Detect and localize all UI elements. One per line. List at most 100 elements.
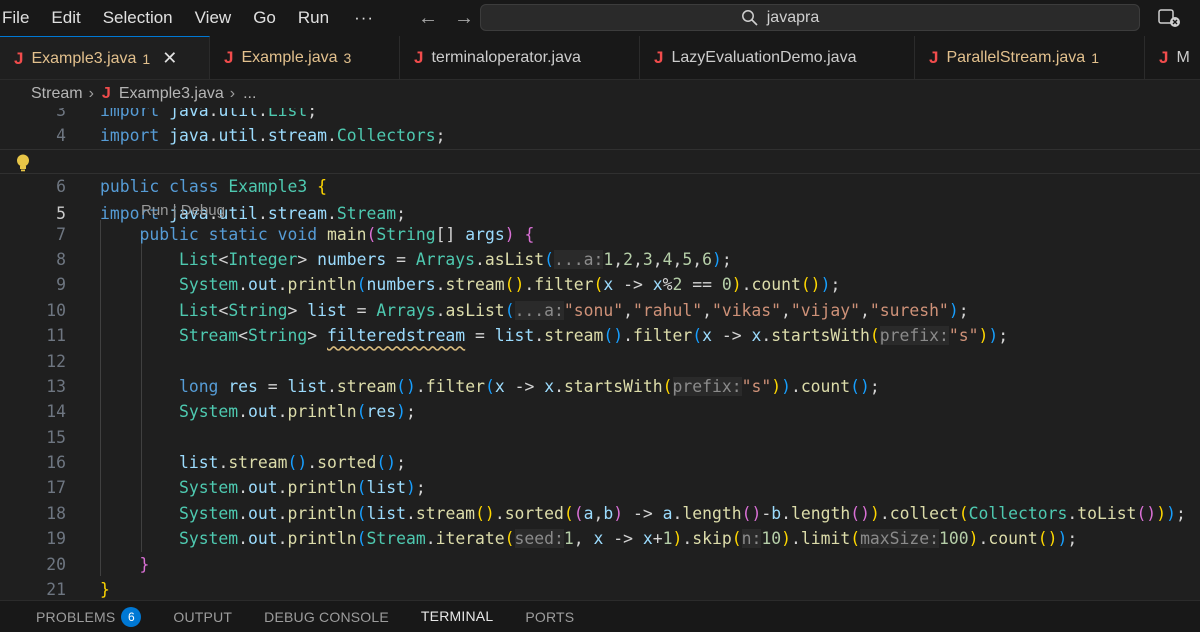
code-line[interactable]: 9 System.out.println(numbers.stream().fi…: [0, 272, 1200, 297]
tab-label: Example3.java: [31, 49, 137, 67]
chevron-right-icon: ›: [88, 85, 94, 102]
tab-terminal[interactable]: TERMINAL: [420, 601, 494, 632]
line-number: 11: [46, 326, 66, 346]
line-number: 12: [46, 351, 66, 371]
code-text: List<Integer> numbers = Arrays.asList(..…: [178, 249, 732, 269]
tab-label: PORTS: [525, 608, 575, 625]
close-icon[interactable]: ✕: [162, 48, 177, 69]
line-number: 8: [56, 249, 66, 269]
chevron-right-icon: ›: [229, 85, 236, 102]
menu-selection[interactable]: Selection: [92, 0, 184, 36]
java-file-icon: J: [1159, 48, 1169, 67]
code-text: }: [139, 554, 150, 574]
tab-label: OUTPUT: [173, 608, 233, 625]
code-text: Stream<String> filteredstream = list.str…: [178, 326, 1009, 346]
code-line[interactable]: 16 list.stream().sorted();: [0, 450, 1200, 475]
code-line[interactable]: 10 List<String> list = Arrays.asList(...…: [0, 298, 1200, 323]
tab-label: M: [1176, 49, 1190, 66]
breadcrumb: Stream › J Example3.java › ...: [0, 80, 1200, 108]
code-line-current[interactable]: 5 import java.util.stream.Stream;: [0, 148, 1200, 223]
code-text: list.stream().sorted();: [178, 453, 406, 473]
code-text: System.out.println(list.stream().sorted(…: [178, 503, 1186, 523]
tab-label: TERMINAL: [420, 608, 494, 624]
breadcrumb-more[interactable]: ...: [243, 85, 256, 103]
line-number: 3: [56, 108, 66, 120]
line-number: 7: [56, 224, 66, 244]
tab-label: PROBLEMS: [36, 608, 116, 625]
tab-label: DEBUG CONSOLE: [264, 608, 389, 625]
tab-overflow[interactable]: J M: [1145, 36, 1200, 79]
menu-more-button[interactable]: ···: [340, 8, 388, 28]
line-number: 21: [46, 580, 66, 600]
code-text: import java.util.stream.Collectors;: [100, 126, 446, 146]
line-number: 19: [46, 529, 66, 549]
code-line[interactable]: 3 import java.util.List;: [0, 108, 1200, 123]
code-line[interactable]: 6 public class Example3 {: [0, 174, 1200, 199]
line-number: 18: [46, 503, 66, 523]
line-number: 10: [46, 300, 66, 320]
command-center-search[interactable]: javapra: [480, 4, 1140, 31]
menu-go[interactable]: Go: [242, 0, 287, 36]
tab-lazyevaluationdemo[interactable]: J LazyEvaluationDemo.java: [640, 36, 915, 79]
tab-problem-count: 3: [343, 50, 352, 66]
menu-file[interactable]: File: [0, 0, 40, 36]
copilot-icon[interactable]: [1140, 0, 1200, 36]
line-number: 6: [56, 177, 66, 197]
tab-problem-count: 1: [142, 50, 151, 67]
tab-example[interactable]: J Example.java 3: [210, 36, 400, 79]
code-text: import java.util.List;: [100, 108, 318, 120]
tab-terminaloperator[interactable]: J terminaloperator.java: [400, 36, 640, 79]
code-editor[interactable]: 3 import java.util.List; 4 import java.uti…: [0, 108, 1200, 600]
code-area[interactable]: 3 import java.util.List; 4 import java.uti…: [0, 108, 1200, 600]
line-number: 9: [56, 275, 66, 295]
line-number: 15: [46, 427, 66, 447]
breadcrumb-file[interactable]: Example3.java: [119, 85, 224, 103]
tab-debug-console[interactable]: DEBUG CONSOLE: [264, 601, 389, 632]
menu-edit[interactable]: Edit: [40, 0, 91, 36]
java-file-icon: J: [14, 48, 24, 68]
code-text: public static void main(String[] args) {: [139, 224, 535, 244]
code-text: System.out.println(res);: [178, 402, 416, 422]
code-line[interactable]: 17 System.out.println(list);: [0, 475, 1200, 500]
tab-parallelstream[interactable]: J ParallelStream.java 1: [915, 36, 1145, 79]
code-line[interactable]: 18 System.out.println(list.stream().sort…: [0, 501, 1200, 526]
editor-tabs: J Example3.java 1 ✕ J Example.java 3 J t…: [0, 36, 1200, 80]
code-text: List<String> list = Arrays.asList(...a:"…: [178, 300, 969, 320]
tab-output[interactable]: OUTPUT: [173, 601, 232, 632]
java-file-icon: J: [654, 48, 664, 67]
menu-view[interactable]: View: [184, 0, 243, 36]
code-line[interactable]: 21}: [0, 577, 1200, 600]
menu-bar: File Edit Selection View Go Run ···: [0, 0, 388, 36]
tab-problems[interactable]: PROBLEMS 6: [36, 601, 142, 632]
code-line[interactable]: 14 System.out.println(res);: [0, 399, 1200, 424]
lightbulb-icon[interactable]: [14, 153, 32, 173]
line-number: 17: [46, 478, 66, 498]
code-line[interactable]: 11 Stream<String> filteredstream = list.…: [0, 323, 1200, 348]
panel-tabs: PROBLEMS 6 OUTPUT DEBUG CONSOLE TERMINAL…: [0, 600, 1200, 632]
line-number: 4: [56, 126, 66, 146]
tab-label: Example.java: [241, 49, 338, 66]
code-line[interactable]: 8 List<Integer> numbers = Arrays.asList(…: [0, 247, 1200, 272]
tab-problem-count: 1: [1091, 50, 1099, 66]
tab-example3[interactable]: J Example3.java 1 ✕: [0, 36, 210, 79]
menu-run[interactable]: Run: [287, 0, 340, 36]
code-line[interactable]: 4 import java.util.stream.Collectors;: [0, 123, 1200, 148]
java-file-icon: J: [101, 85, 111, 102]
line-number: 13: [46, 376, 66, 396]
code-line[interactable]: 12: [0, 349, 1200, 374]
title-bar: File Edit Selection View Go Run ··· ← → …: [0, 0, 1200, 36]
code-text: }: [100, 580, 110, 600]
code-line[interactable]: 19 System.out.println(Stream.iterate(see…: [0, 526, 1200, 551]
code-line[interactable]: 20 }: [0, 552, 1200, 577]
back-arrow-icon[interactable]: ←: [418, 0, 438, 36]
code-line[interactable]: 13 long res = list.stream().filter(x -> …: [0, 374, 1200, 399]
code-line[interactable]: 15: [0, 425, 1200, 450]
code-text: long res = list.stream().filter(x -> x.s…: [178, 376, 880, 396]
breadcrumb-folder[interactable]: Stream: [31, 85, 83, 103]
forward-arrow-icon[interactable]: →: [454, 0, 474, 36]
codelens-run-debug[interactable]: Run | Debug: [0, 200, 1200, 222]
java-file-icon: J: [414, 48, 424, 67]
search-text: javapra: [766, 8, 820, 26]
code-line[interactable]: 7 public static void main(String[] args)…: [0, 222, 1200, 247]
tab-ports[interactable]: PORTS: [525, 601, 574, 632]
